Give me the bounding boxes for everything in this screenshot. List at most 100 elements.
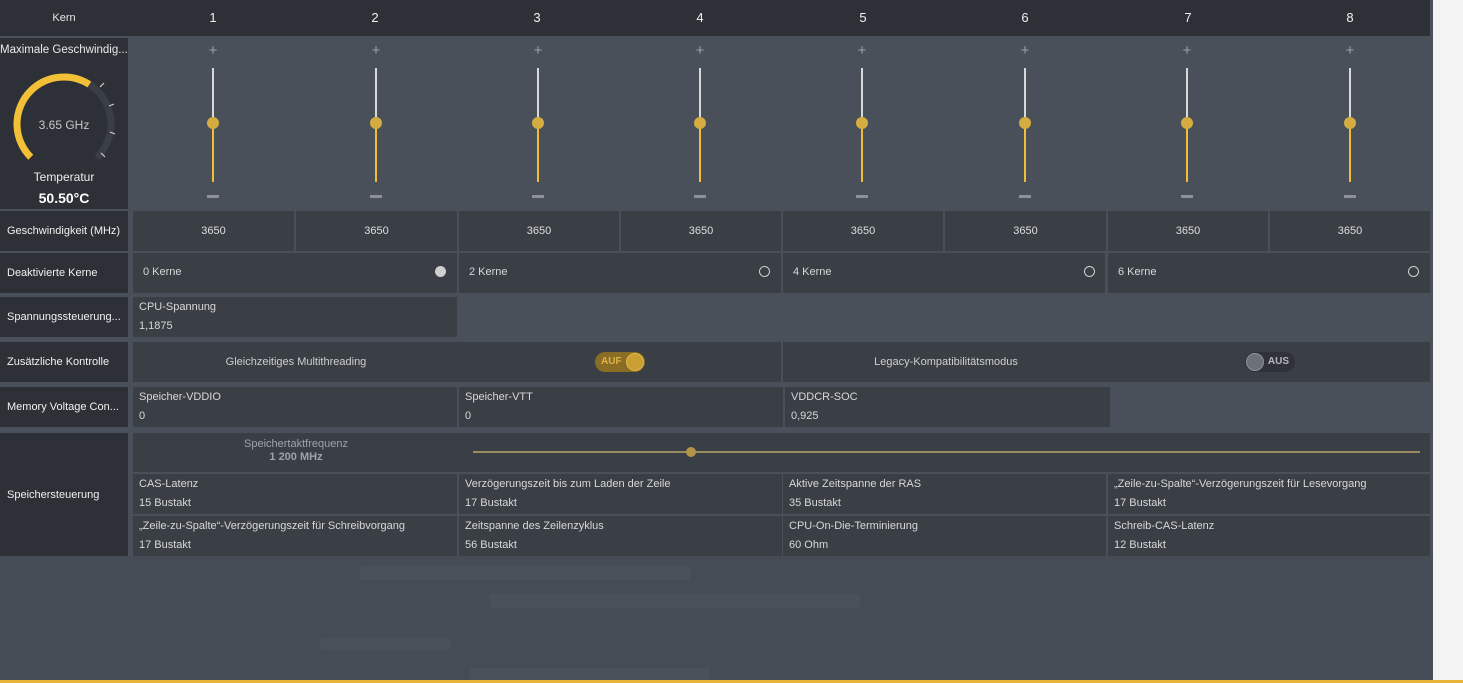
timing-field[interactable]: Schreib-CAS-Latenz 12 Bustakt [1108, 516, 1430, 556]
slider-knob[interactable] [856, 116, 868, 129]
timing-label: Zeitspanne des Zeilenzyklus [465, 520, 604, 532]
slider-track-filled[interactable] [537, 122, 539, 182]
timing-field[interactable]: Zeitspanne des Zeilenzyklus 56 Bustakt [459, 516, 782, 556]
timing-value[interactable]: 12 Bustakt [1114, 539, 1166, 551]
background-ghost-text [320, 638, 450, 650]
timing-field[interactable]: „Zeile-zu-Spalte“-Verzögerungszeit für S… [133, 516, 457, 556]
slider-track[interactable] [537, 68, 539, 123]
slider-track-filled[interactable] [1186, 122, 1188, 182]
plus-icon[interactable]: + [356, 42, 396, 59]
plus-icon[interactable]: + [193, 42, 233, 59]
minus-icon[interactable] [856, 195, 868, 198]
slider-track-filled[interactable] [375, 122, 377, 182]
minus-icon[interactable] [532, 195, 544, 198]
disabled-cores-label: Deaktivierte Kerne [0, 253, 128, 293]
core-speed-field[interactable]: 3650 [459, 211, 619, 251]
minus-icon[interactable] [1344, 195, 1356, 198]
radio-button[interactable] [435, 266, 446, 277]
timing-field[interactable]: CAS-Latenz 15 Bustakt [133, 474, 457, 514]
memory-voltage-field[interactable]: Speicher-VDDIO 0 [133, 387, 457, 427]
slider-track-filled[interactable] [1349, 122, 1351, 182]
plus-icon[interactable]: + [1005, 42, 1045, 59]
core-3-slider[interactable]: + [518, 38, 558, 209]
core-1-slider[interactable]: + [193, 38, 233, 209]
field-value[interactable]: 0 [139, 410, 145, 422]
slider-knob[interactable] [694, 116, 706, 129]
timing-field[interactable]: Verzögerungszeit bis zum Laden der Zeile… [459, 474, 782, 514]
core-speed-field[interactable]: 3650 [133, 211, 294, 251]
slider-knob[interactable] [370, 116, 382, 129]
timing-field[interactable]: CPU-On-Die-Terminierung 60 Ohm [783, 516, 1106, 556]
slider-track[interactable] [1186, 68, 1188, 123]
slider-track[interactable] [699, 68, 701, 123]
slider-knob[interactable] [1344, 116, 1356, 129]
timing-field[interactable]: „Zeile-zu-Spalte“-Verzögerungszeit für L… [1108, 474, 1430, 514]
slider-track[interactable] [861, 68, 863, 123]
core-speed-field[interactable]: 3650 [1270, 211, 1430, 251]
radio-button[interactable] [1084, 266, 1095, 277]
core-speed-field[interactable]: 3650 [296, 211, 457, 251]
core-speed-field[interactable]: 3650 [783, 211, 943, 251]
speed-gauge-panel: Maximale Geschwindig... 3.65 GHz Tempera… [0, 38, 128, 209]
slider-track[interactable] [1024, 68, 1026, 123]
timing-value[interactable]: 17 Bustakt [139, 539, 191, 551]
plus-icon[interactable]: + [518, 42, 558, 59]
memory-voltage-field[interactable]: VDDCR-SOC 0,925 [785, 387, 1110, 427]
plus-icon[interactable]: + [680, 42, 720, 59]
plus-icon[interactable]: + [1330, 42, 1370, 59]
core-2-slider[interactable]: + [356, 38, 396, 209]
core-4-slider[interactable]: + [680, 38, 720, 209]
disabled-cores-option[interactable]: 6 Kerne [1108, 253, 1430, 293]
slider-knob[interactable] [207, 116, 219, 129]
timing-value[interactable]: 56 Bustakt [465, 539, 517, 551]
slider-track-filled[interactable] [699, 122, 701, 182]
disabled-cores-option[interactable]: 2 Kerne [459, 253, 781, 293]
toggle-knob[interactable] [1246, 353, 1264, 371]
field-value[interactable]: 0,925 [791, 410, 819, 422]
timing-value[interactable]: 35 Bustakt [789, 497, 841, 509]
cpu-voltage-field[interactable]: CPU-Spannung 1,1875 [133, 297, 457, 337]
cpu-voltage-value[interactable]: 1,1875 [139, 320, 173, 332]
memory-voltage-field[interactable]: Speicher-VTT 0 [459, 387, 783, 427]
minus-icon[interactable] [1181, 195, 1193, 198]
slider-knob[interactable] [532, 116, 544, 129]
smt-toggle[interactable]: AUF [595, 352, 645, 372]
legacy-mode-toggle[interactable]: AUS [1245, 352, 1295, 372]
slider-track[interactable] [212, 68, 214, 123]
slider-knob[interactable] [1181, 116, 1193, 129]
disabled-cores-option[interactable]: 4 Kerne [783, 253, 1105, 293]
scrollbar-area[interactable] [1433, 0, 1463, 683]
slider-knob[interactable] [1019, 116, 1031, 129]
core-7-slider[interactable]: + [1167, 38, 1207, 209]
radio-button[interactable] [759, 266, 770, 277]
minus-icon[interactable] [1019, 195, 1031, 198]
core-speed-field[interactable]: 3650 [945, 211, 1106, 251]
plus-icon[interactable]: + [1167, 42, 1207, 59]
slider-track-filled[interactable] [212, 122, 214, 182]
timing-value[interactable]: 17 Bustakt [465, 497, 517, 509]
timing-value[interactable]: 17 Bustakt [1114, 497, 1166, 509]
slider-track-filled[interactable] [1024, 122, 1026, 182]
field-value[interactable]: 0 [465, 410, 471, 422]
timing-value[interactable]: 15 Bustakt [139, 497, 191, 509]
memory-frequency-label: Speichertaktfrequenz [244, 438, 348, 450]
core-speed-field[interactable]: 3650 [1108, 211, 1268, 251]
slider-track[interactable] [1349, 68, 1351, 123]
radio-button[interactable] [1408, 266, 1419, 277]
timing-value[interactable]: 60 Ohm [789, 539, 828, 551]
core-6-slider[interactable]: + [1005, 38, 1045, 209]
memory-frequency-slider[interactable] [473, 451, 1420, 453]
slider-track[interactable] [375, 68, 377, 123]
toggle-knob[interactable] [626, 353, 644, 371]
core-8-slider[interactable]: + [1330, 38, 1370, 209]
minus-icon[interactable] [207, 195, 219, 198]
minus-icon[interactable] [370, 195, 382, 198]
core-speed-field[interactable]: 3650 [621, 211, 781, 251]
disabled-cores-option[interactable]: 0 Kerne [133, 253, 457, 293]
plus-icon[interactable]: + [842, 42, 882, 59]
minus-icon[interactable] [694, 195, 706, 198]
timing-field[interactable]: Aktive Zeitspanne der RAS 35 Bustakt [783, 474, 1106, 514]
slider-track-filled[interactable] [861, 122, 863, 182]
memory-frequency-knob[interactable] [685, 447, 696, 457]
core-5-slider[interactable]: + [842, 38, 882, 209]
